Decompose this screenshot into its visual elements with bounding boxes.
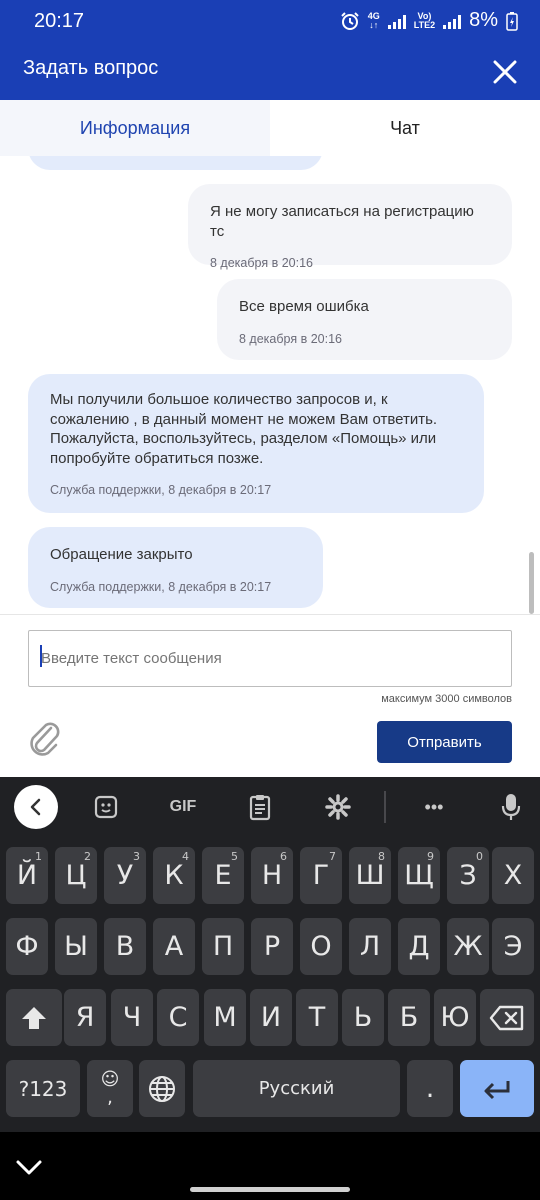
page-title: Задать вопрос xyxy=(23,57,159,79)
message-bubble: Я не могу записаться на регистрацию тс 8… xyxy=(188,184,512,270)
signal-2-icon xyxy=(443,13,462,29)
globe-icon xyxy=(149,1075,175,1102)
key[interactable]: Ч xyxy=(111,989,153,1046)
clipboard-button[interactable] xyxy=(240,787,280,827)
key[interactable]: Я xyxy=(64,989,106,1046)
battery-percent: 8% xyxy=(469,9,498,31)
key[interactable]: Р xyxy=(251,918,293,975)
navigation-bar xyxy=(0,1132,540,1200)
sticker-button[interactable] xyxy=(86,787,126,827)
voice-input-button[interactable] xyxy=(491,787,531,827)
enter-icon xyxy=(484,1080,510,1099)
message-bubble: Обращение закрыто Служба поддержки, 8 де… xyxy=(28,527,323,608)
on-screen-keyboard: GIF ••• Й1 Ц2 У3 К4 Е5 Н6 Г7 Ш8 Щ9 З0 Х … xyxy=(0,777,540,1132)
enter-key[interactable] xyxy=(460,1060,534,1117)
backspace-icon xyxy=(489,1005,524,1030)
key[interactable]: З0 xyxy=(447,847,489,904)
message-timestamp: Служба поддержки, 8 декабря в 20:17 xyxy=(50,483,272,497)
key[interactable]: Э xyxy=(492,918,534,975)
key[interactable]: Ж xyxy=(447,918,489,975)
message-timestamp: Служба поддержки, 8 декабря в 20:17 xyxy=(50,579,272,594)
status-bar: 20:17 4G ↓↑ Vo) LTE2 8% xyxy=(0,0,540,44)
chevron-down-icon[interactable] xyxy=(14,1152,44,1182)
close-icon[interactable] xyxy=(490,57,520,87)
gear-icon xyxy=(325,794,351,820)
key[interactable]: В xyxy=(104,918,146,975)
send-button[interactable]: Отправить xyxy=(377,721,512,763)
divider xyxy=(0,614,540,615)
shift-key[interactable] xyxy=(6,989,62,1046)
space-key[interactable]: Русский xyxy=(193,1060,400,1117)
backspace-key[interactable] xyxy=(480,989,534,1046)
key[interactable]: Е5 xyxy=(202,847,244,904)
message-text: Все время ошибка xyxy=(239,298,369,315)
volte-indicator: Vo) LTE2 xyxy=(413,10,436,30)
key[interactable]: Д xyxy=(398,918,440,975)
alarm-icon xyxy=(341,11,359,30)
key[interactable]: М xyxy=(204,989,246,1046)
key[interactable]: О xyxy=(300,918,342,975)
tab-information[interactable]: Информация xyxy=(0,100,270,156)
more-options-button[interactable]: ••• xyxy=(414,787,454,827)
keyboard-toolbar: GIF ••• xyxy=(0,777,540,837)
keyboard-back-button[interactable] xyxy=(14,785,58,829)
key[interactable]: С xyxy=(157,989,199,1046)
message-text: Обращение закрыто xyxy=(50,546,193,563)
message-timestamp: 8 декабря в 20:16 xyxy=(210,256,313,270)
message-bubble: Все время ошибка 8 декабря в 20:16 xyxy=(217,279,512,360)
emoji-comma-key[interactable]: ☺ , xyxy=(87,1060,133,1117)
signal-1-icon xyxy=(387,13,406,29)
key[interactable]: Т xyxy=(296,989,338,1046)
key[interactable]: А xyxy=(153,918,195,975)
key[interactable]: Щ9 xyxy=(398,847,440,904)
key[interactable]: Ю xyxy=(434,989,476,1046)
period-key[interactable]: . xyxy=(407,1060,453,1117)
message-text: Я не могу записаться на регистрацию тс xyxy=(210,203,474,240)
key[interactable]: Г7 xyxy=(300,847,342,904)
message-timestamp: 8 декабря в 20:16 xyxy=(239,331,342,346)
language-key[interactable] xyxy=(139,1060,185,1117)
text-cursor xyxy=(40,645,42,667)
key[interactable]: Л xyxy=(349,918,391,975)
network-4g-indicator: 4G ↓↑ xyxy=(367,10,380,30)
key[interactable]: П xyxy=(202,918,244,975)
clipboard-icon xyxy=(249,795,271,821)
key[interactable]: Ц2 xyxy=(55,847,97,904)
shift-icon xyxy=(22,1006,46,1029)
key[interactable]: Ь xyxy=(342,989,384,1046)
chat-message-list[interactable]: Я не могу записаться на регистрацию тс 8… xyxy=(0,156,540,614)
symbols-key[interactable]: ?123 xyxy=(6,1060,80,1117)
status-time: 20:17 xyxy=(34,10,85,32)
key[interactable]: Х xyxy=(492,847,534,904)
home-gesture-handle[interactable] xyxy=(190,1187,350,1192)
key[interactable]: Ш8 xyxy=(349,847,391,904)
key[interactable]: Н6 xyxy=(251,847,293,904)
battery-charging-icon xyxy=(506,11,518,31)
tab-bar: Информация Чат xyxy=(0,100,540,156)
sticker-icon xyxy=(94,795,118,819)
chevron-left-icon xyxy=(30,798,41,816)
previous-message-bubble xyxy=(28,156,323,170)
key[interactable]: У3 xyxy=(104,847,146,904)
key[interactable]: К4 xyxy=(153,847,195,904)
key[interactable]: И xyxy=(250,989,292,1046)
app-header: Задать вопрос xyxy=(0,44,540,100)
gif-button[interactable]: GIF xyxy=(160,787,206,827)
settings-button[interactable] xyxy=(318,787,358,827)
emoji-icon: ☺ xyxy=(100,1068,120,1090)
toolbar-divider xyxy=(384,791,386,823)
message-bubble: Мы получили большое количество запросов … xyxy=(28,374,484,513)
paperclip-icon[interactable] xyxy=(26,718,62,758)
message-text: Мы получили большое количество запросов … xyxy=(50,391,438,467)
status-icons: 4G ↓↑ Vo) LTE2 8% xyxy=(340,9,518,32)
char-limit-hint: максимум 3000 символов xyxy=(381,693,512,705)
key[interactable]: Б xyxy=(388,989,430,1046)
tab-chat[interactable]: Чат xyxy=(270,100,540,156)
key[interactable]: Й1 xyxy=(6,847,48,904)
chat-scrollbar[interactable] xyxy=(529,552,534,614)
message-input[interactable] xyxy=(28,630,512,687)
microphone-icon xyxy=(501,794,521,820)
key[interactable]: Ф xyxy=(6,918,48,975)
key[interactable]: Ы xyxy=(55,918,97,975)
